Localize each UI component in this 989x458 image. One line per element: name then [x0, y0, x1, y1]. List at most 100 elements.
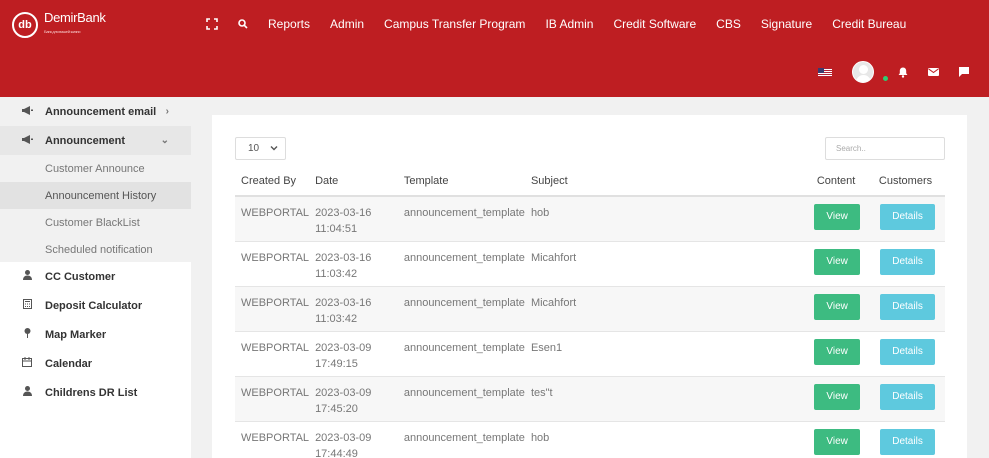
sidebar-item-label: Childrens DR List	[45, 386, 138, 399]
nav-reports[interactable]: Reports	[268, 17, 310, 31]
view-button[interactable]: View	[814, 248, 861, 275]
nav-ib-admin[interactable]: IB Admin	[545, 17, 593, 31]
details-button[interactable]: Details	[880, 428, 936, 455]
chevron-right-icon: ›	[165, 106, 169, 117]
view-button[interactable]: View	[814, 204, 861, 230]
calculator-icon	[21, 299, 33, 312]
avatar[interactable]	[852, 61, 874, 83]
cell-template: announcement_template	[403, 341, 525, 354]
cell-subject: tes"t	[530, 386, 553, 399]
table-body: WEBPORTAL 2023-03-16 11:04:51 announceme…	[235, 196, 945, 458]
table-row: WEBPORTAL 2023-03-09 17:49:15 announceme…	[235, 331, 945, 377]
fullscreen-icon[interactable]	[206, 18, 218, 30]
logo-tagline: Банк для вашей жизни	[44, 29, 81, 34]
cell-date: 2023-03-09	[315, 431, 372, 444]
announcement-history-card: 10 Created By Date Template Subject Cont…	[212, 115, 967, 458]
column-header-subject[interactable]: Subject	[524, 167, 807, 197]
details-button[interactable]: Details	[880, 338, 936, 365]
column-header-date[interactable]: Date	[309, 167, 398, 197]
sidebar-item-announcement-email[interactable]: Announcement email ›	[0, 97, 191, 126]
mail-icon[interactable]	[928, 68, 939, 76]
sidebar-item-label: CC Customer	[45, 270, 116, 283]
table-row: WEBPORTAL 2023-03-09 17:45:20 announceme…	[235, 376, 945, 422]
cell-created-by: WEBPORTAL	[241, 386, 310, 399]
cell-created-by: WEBPORTAL	[241, 296, 310, 309]
logo-mark: db	[12, 11, 38, 38]
sidebar: Announcement email › Announcement ⌄ Cust…	[0, 97, 191, 458]
online-status-dot	[882, 75, 889, 82]
nav-cbs[interactable]: CBS	[716, 17, 741, 31]
details-button[interactable]: Details	[880, 248, 936, 275]
cell-created-by: WEBPORTAL	[241, 341, 310, 354]
cell-template: announcement_template	[403, 296, 525, 309]
column-header-content[interactable]: Content	[806, 167, 867, 197]
search-input[interactable]	[825, 137, 945, 160]
top-header: db DemirBank Банк для вашей жизни Report…	[0, 0, 989, 97]
header-right-tools	[818, 61, 979, 83]
cell-created-by: WEBPORTAL	[241, 251, 310, 264]
cell-time: 11:03:42	[315, 312, 358, 325]
cell-created-by: WEBPORTAL	[241, 207, 310, 219]
column-header-created-by[interactable]: Created By	[235, 167, 310, 197]
calendar-icon	[21, 357, 33, 370]
cell-template: announcement_template	[403, 207, 525, 219]
nav-credit-software[interactable]: Credit Software	[613, 17, 696, 31]
cell-template: announcement_template	[403, 431, 525, 444]
sidebar-item-announcement[interactable]: Announcement ⌄	[0, 126, 191, 155]
details-button[interactable]: Details	[880, 293, 936, 320]
table-row: WEBPORTAL 2023-03-16 11:03:42 announceme…	[235, 286, 945, 332]
page-size-value: 10	[248, 143, 260, 154]
chat-icon[interactable]	[959, 67, 969, 77]
sidebar-item-deposit-calculator[interactable]: Deposit Calculator	[0, 291, 191, 320]
sidebar-item-calendar[interactable]: Calendar	[0, 349, 191, 378]
column-header-template[interactable]: Template	[397, 167, 525, 197]
pin-icon	[21, 328, 33, 341]
sidebar-item-map-marker[interactable]: Map Marker	[0, 320, 191, 349]
sidebar-item-label: Deposit Calculator	[45, 299, 143, 312]
sidebar-item-cc-customer[interactable]: CC Customer	[0, 262, 191, 291]
nav-credit-bureau[interactable]: Credit Bureau	[832, 17, 906, 31]
table-row: WEBPORTAL 2023-03-16 11:04:51 announceme…	[235, 196, 945, 242]
sidebar-subitem-customer-announce[interactable]: Customer Announce	[0, 155, 191, 182]
view-button[interactable]: View	[814, 428, 861, 455]
table-header-row: Created By Date Template Subject Content…	[235, 167, 945, 197]
sidebar-subitem-customer-blacklist[interactable]: Customer BlackList	[0, 209, 191, 236]
logo[interactable]: db DemirBank Банк для вашей жизни	[12, 11, 106, 38]
sidebar-item-label: Announcement	[45, 134, 126, 147]
cell-subject: hob	[530, 431, 550, 444]
bell-icon[interactable]	[898, 67, 908, 78]
megaphone-icon	[21, 105, 33, 118]
column-header-customers[interactable]: Customers	[866, 167, 945, 197]
nav-campus-transfer-program[interactable]: Campus Transfer Program	[384, 17, 525, 31]
sidebar-subitem-scheduled-notification[interactable]: Scheduled notification	[0, 236, 191, 263]
megaphone-icon	[21, 134, 33, 147]
cell-date: 2023-03-09	[315, 386, 372, 399]
cell-subject: Micahfort	[530, 251, 577, 264]
nav-admin[interactable]: Admin	[330, 17, 364, 31]
cell-time: 11:04:51	[315, 223, 358, 235]
table-row: WEBPORTAL 2023-03-09 17:44:49 announceme…	[235, 421, 945, 458]
cell-time: 17:44:49	[315, 447, 358, 458]
sidebar-subitem-announcement-history[interactable]: Announcement History	[0, 182, 191, 209]
cell-time: 11:03:42	[315, 267, 358, 280]
sidebar-item-childrens-dr-list[interactable]: Childrens DR List	[0, 378, 191, 407]
cell-time: 17:45:20	[315, 402, 358, 415]
view-button[interactable]: View	[814, 293, 861, 320]
logo-name: DemirBank	[44, 10, 106, 25]
cell-subject: hob	[530, 207, 550, 219]
announcement-table: Created By Date Template Subject Content…	[235, 167, 945, 458]
us-flag-icon[interactable]	[818, 67, 832, 77]
view-button[interactable]: View	[814, 383, 861, 410]
table-row: WEBPORTAL 2023-03-16 11:03:42 announceme…	[235, 241, 945, 287]
cell-subject: Esen1	[530, 341, 563, 354]
search-icon[interactable]	[238, 19, 248, 29]
page-size-select[interactable]: 10	[235, 137, 286, 160]
cell-date: 2023-03-16	[315, 251, 372, 264]
cell-date: 2023-03-16	[315, 207, 372, 219]
details-button[interactable]: Details	[880, 204, 936, 230]
chevron-down-icon	[270, 144, 278, 154]
nav-signature[interactable]: Signature	[761, 17, 812, 31]
view-button[interactable]: View	[814, 338, 861, 365]
details-button[interactable]: Details	[880, 383, 936, 410]
cell-time: 17:49:15	[315, 357, 358, 370]
